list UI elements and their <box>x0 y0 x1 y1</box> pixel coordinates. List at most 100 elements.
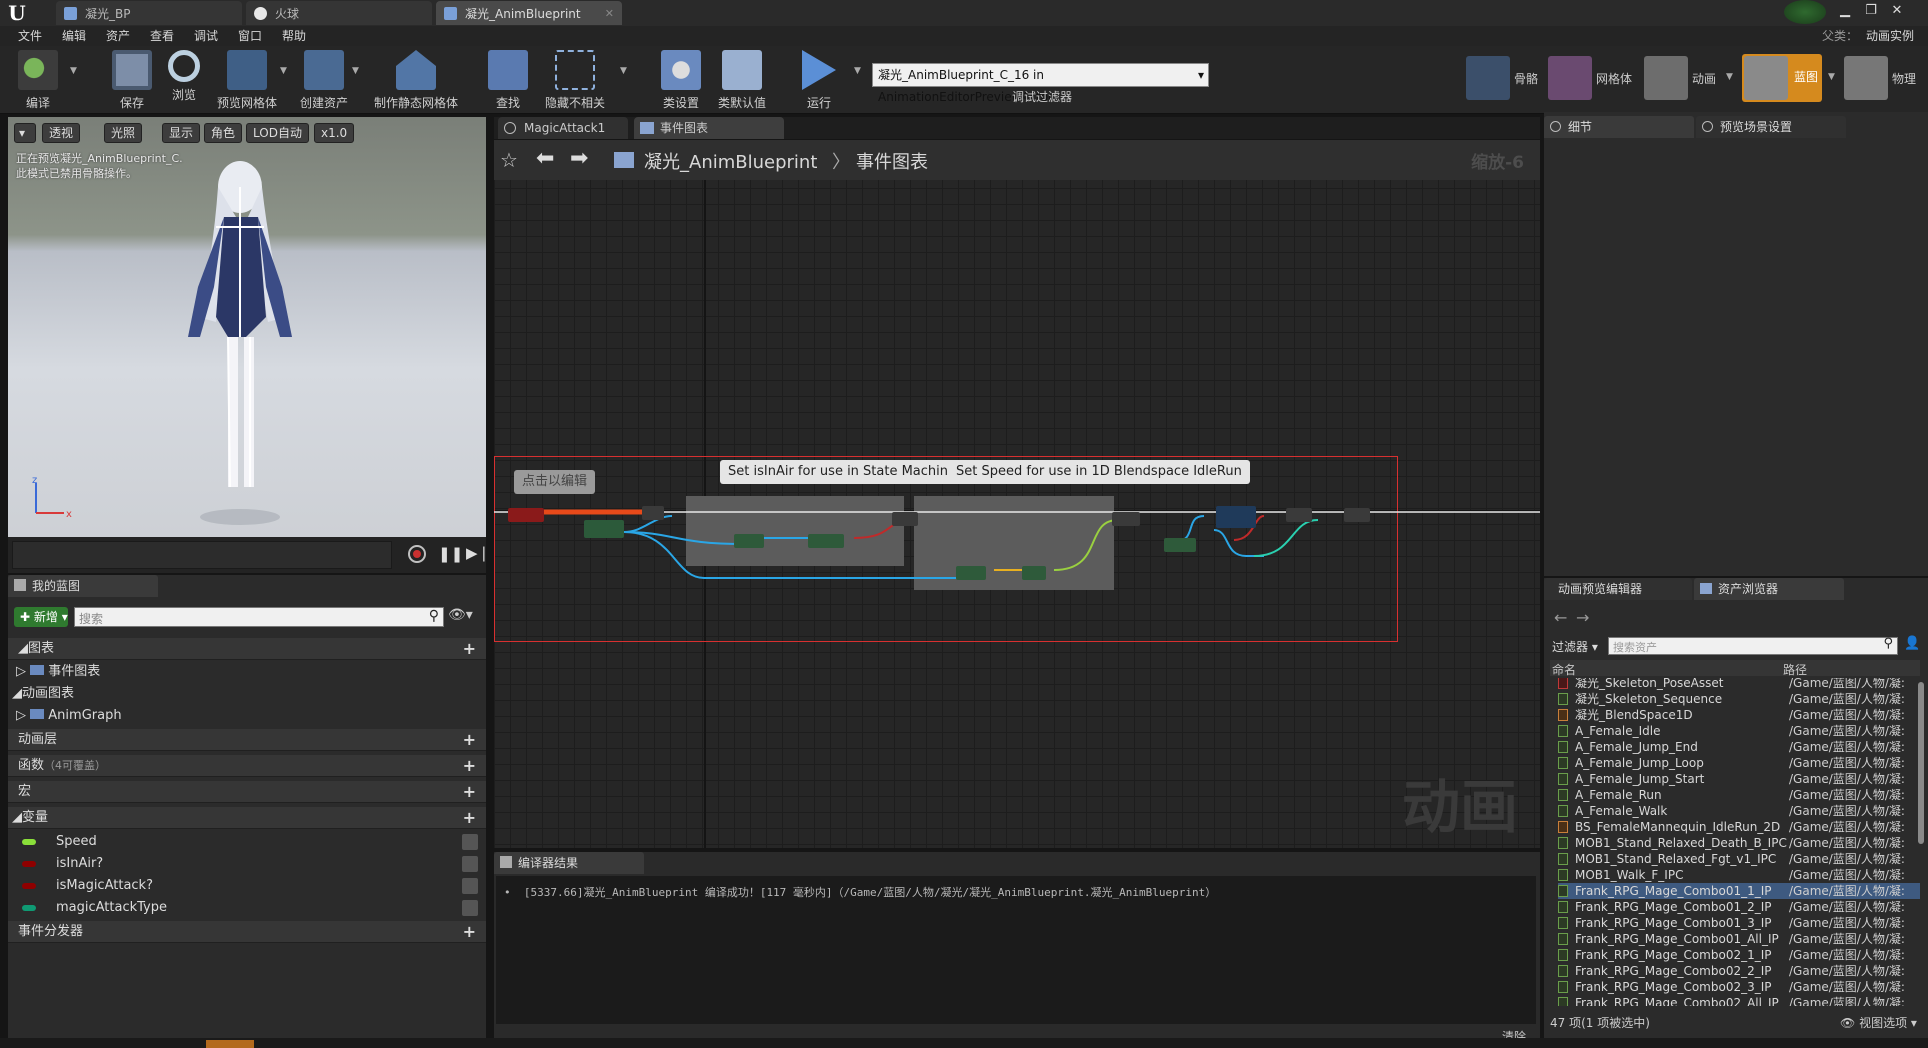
view-options-eye-icon[interactable]: 👁▾ <box>448 607 473 623</box>
set-isinair-node[interactable] <box>892 512 918 526</box>
animation-mode-button[interactable] <box>1644 56 1688 100</box>
functions-category[interactable]: 函数（4可覆盖） + <box>8 755 486 777</box>
preview-viewport[interactable]: ▾ 透视 光照 显示 角色 LOD自动 x1.0 正在预览凝光_AnimBlue… <box>8 117 486 537</box>
pause-button[interactable]: ❚❚ <box>438 545 463 563</box>
asset-row[interactable]: A_Female_Walk/Game/蓝图/人物/凝: <box>1558 803 1920 819</box>
visibility-eye-icon[interactable] <box>462 856 478 872</box>
get-pawn-node[interactable] <box>584 520 624 538</box>
run-dropdown-icon[interactable]: ▼ <box>854 66 861 76</box>
show-button[interactable]: 显示 <box>162 123 201 143</box>
graphs-category[interactable]: ◢图表 + <box>8 638 486 660</box>
view-options-button[interactable]: 👁 视图选项 ▾ <box>1840 1014 1917 1031</box>
class-settings-button[interactable]: 类设置 <box>656 50 706 112</box>
get-velocity-node[interactable] <box>956 566 986 580</box>
event-dispatchers-category[interactable]: 事件分发器 + <box>8 921 486 943</box>
hide-unrelated-button[interactable]: 隐藏不相关 <box>540 50 610 112</box>
asset-scrollbar[interactable] <box>1918 682 1924 844</box>
variables-category[interactable]: ◢变量 + <box>8 807 486 829</box>
tab-asset-browser[interactable]: 资产浏览器 <box>1694 578 1844 600</box>
add-function-button[interactable]: + <box>463 755 476 777</box>
cast-node[interactable] <box>1164 538 1196 552</box>
browse-button[interactable]: 浏览 <box>162 50 206 112</box>
asset-row[interactable]: BS_FemaleMannequin_IdleRun_2D/Game/蓝图/人物… <box>1558 819 1920 835</box>
viewport-options-button[interactable]: ▾ <box>14 123 36 143</box>
add-anim-layer-button[interactable]: + <box>463 729 476 751</box>
asset-row[interactable]: Frank_RPG_Mage_Combo01_1_IP/Game/蓝图/人物/凝… <box>1558 883 1920 899</box>
menu-debug[interactable]: 调试 <box>194 26 218 46</box>
add-macro-button[interactable]: + <box>463 781 476 803</box>
compile-dropdown-icon[interactable]: ▼ <box>70 66 77 76</box>
menu-asset[interactable]: 资产 <box>106 26 130 46</box>
tab-anim-preview-editor[interactable]: 动画预览编辑器 <box>1544 578 1692 600</box>
debug-object-select[interactable]: 凝光_AnimBlueprint_C_16 in AnimationEditor… <box>872 63 1209 104</box>
menu-file[interactable]: 文件 <box>18 26 42 46</box>
create-asset-button[interactable]: 创建资产 <box>296 50 352 112</box>
doc-tab-fireball[interactable]: 火球 <box>246 1 432 25</box>
asset-row[interactable]: Frank_RPG_Mage_Combo02_3_IP/Game/蓝图/人物/凝… <box>1558 979 1920 995</box>
set-magic-node[interactable] <box>1286 508 1312 522</box>
my-blueprint-tab[interactable]: 我的蓝图 <box>8 575 158 597</box>
menu-view[interactable]: 查看 <box>150 26 174 46</box>
class-defaults-button[interactable]: 类默认值 <box>712 50 772 112</box>
menu-window[interactable]: 窗口 <box>238 26 262 46</box>
asset-row[interactable]: 凝光_Skeleton_PoseAsset/Game/蓝图/人物/凝: <box>1558 678 1920 691</box>
blueprint-dropdown-icon[interactable]: ▼ <box>1828 72 1835 82</box>
visibility-eye-icon[interactable] <box>462 900 478 916</box>
asset-row[interactable]: Frank_RPG_Mage_Combo01_2_IP/Game/蓝图/人物/凝… <box>1558 899 1920 915</box>
asset-row[interactable]: Frank_RPG_Mage_Combo01_3_IP/Game/蓝图/人物/凝… <box>1558 915 1920 931</box>
add-graph-button[interactable]: + <box>463 638 476 660</box>
asset-row[interactable]: A_Female_Run/Game/蓝图/人物/凝: <box>1558 787 1920 803</box>
asset-row[interactable]: MOB1_Walk_F_IPC/Game/蓝图/人物/凝: <box>1558 867 1920 883</box>
asset-row[interactable]: A_Female_Jump_End/Game/蓝图/人物/凝: <box>1558 739 1920 755</box>
set-attack-type-node[interactable] <box>1344 508 1370 522</box>
timeline-scrubber[interactable] <box>12 541 392 569</box>
anim-graph-item[interactable]: ▷ AnimGraph <box>8 705 486 727</box>
vector-length-node[interactable] <box>1022 566 1046 580</box>
variable-magicattacktype[interactable]: magicAttackType <box>8 897 486 919</box>
filter-dropdown[interactable]: 过滤器 ▾ <box>1552 638 1598 655</box>
skeleton-mode-button[interactable] <box>1466 56 1510 100</box>
forward-arrow-icon[interactable]: → <box>1576 608 1589 627</box>
menu-edit[interactable]: 编辑 <box>62 26 86 46</box>
close-window-button[interactable]: ✕ <box>1886 2 1908 20</box>
perspective-button[interactable]: 透视 <box>42 123 81 143</box>
hide-dropdown-icon[interactable]: ▼ <box>620 66 627 76</box>
preview-mesh-dropdown-icon[interactable]: ▼ <box>280 66 287 76</box>
save-button[interactable]: 保存 <box>110 50 154 112</box>
variable-ismagicattack[interactable]: isMagicAttack? <box>8 875 486 897</box>
event-node[interactable] <box>508 508 544 522</box>
parent-class-value[interactable]: 动画实例 <box>1866 26 1914 46</box>
add-new-button[interactable]: ✚ 新增 ▾ <box>14 607 68 627</box>
tab-event-graph[interactable]: 事件图表 <box>634 117 784 139</box>
visibility-eye-icon[interactable] <box>462 834 478 850</box>
get-movement-node[interactable] <box>808 534 844 548</box>
column-name-header[interactable]: 命名 <box>1552 661 1576 678</box>
menu-help[interactable]: 帮助 <box>282 26 306 46</box>
add-dispatcher-button[interactable]: + <box>463 921 476 943</box>
set-speed-node[interactable] <box>1112 512 1140 526</box>
compile-button[interactable]: 编译 <box>14 50 62 112</box>
visibility-eye-icon[interactable] <box>462 878 478 894</box>
mesh-mode-button[interactable] <box>1548 56 1592 100</box>
record-button[interactable] <box>408 545 426 563</box>
make-static-mesh-button[interactable]: 制作静态网格体 <box>372 50 460 112</box>
physics-mode-button[interactable] <box>1844 56 1888 100</box>
tab-magicattack1[interactable]: MagicAttack1（状 <box>498 117 628 157</box>
asset-row[interactable]: A_Female_Idle/Game/蓝图/人物/凝: <box>1558 723 1920 739</box>
step-forward-button[interactable]: ▶❘ <box>466 544 490 562</box>
blueprint-mode-button[interactable]: 蓝图 <box>1742 54 1822 102</box>
variable-isinair[interactable]: isInAir? <box>8 853 486 875</box>
character-button[interactable]: 角色 <box>204 123 243 143</box>
doc-tab-bp[interactable]: 凝光_BP <box>56 1 242 25</box>
blueprint-search-input[interactable]: 搜索 ⚲ <box>74 607 444 627</box>
column-path-header[interactable]: 路径 <box>1783 661 1807 678</box>
macros-category[interactable]: 宏 + <box>8 781 486 803</box>
doc-tab-animblueprint[interactable]: 凝光_AnimBlueprint ✕ <box>436 1 622 25</box>
minimize-button[interactable]: ▁ <box>1834 2 1856 20</box>
source-control-icon[interactable] <box>1784 0 1826 24</box>
find-button[interactable]: 查找 <box>484 50 532 112</box>
user-icon[interactable]: 👤 <box>1904 636 1920 651</box>
tab-details[interactable]: 细节 <box>1544 116 1694 138</box>
close-icon[interactable]: ✕ <box>605 7 614 20</box>
graph-editor[interactable]: ☆ ⬅ ➡ 凝光_AnimBlueprint 〉 事件图表 缩放-6 点击以编辑… <box>494 140 1540 848</box>
